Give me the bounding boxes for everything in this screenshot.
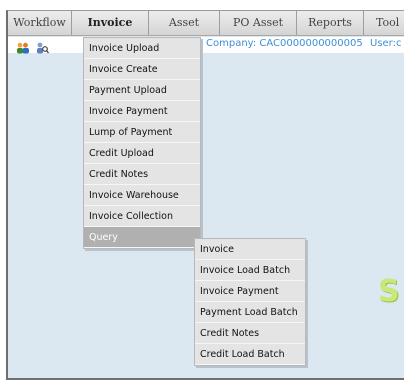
info-row: Company: CAC0000000000005 User:c (8, 37, 404, 54)
icon-group (16, 39, 50, 54)
menu-item-invoice-create[interactable]: Invoice Create (84, 59, 200, 80)
user-label: User:c (370, 38, 402, 49)
company-label: Company: CAC0000000000005 (206, 38, 363, 49)
menu-item-credit-upload[interactable]: Credit Upload (84, 143, 200, 164)
tab-po-asset[interactable]: PO Asset (220, 11, 296, 35)
app-frame: Workflow Invoice Asset PO Asset Reports … (6, 10, 404, 380)
menu-item-query[interactable]: Query (84, 227, 200, 248)
tab-reports[interactable]: Reports (297, 11, 363, 35)
menu-item-invoice-collection[interactable]: Invoice Collection (84, 206, 200, 227)
submenu-item-invoice[interactable]: Invoice (195, 239, 305, 260)
submenu-item-invoice-payment[interactable]: Invoice Payment (195, 281, 305, 302)
top-menubar: Workflow Invoice Asset PO Asset Reports … (8, 11, 404, 36)
menu-item-invoice-warehouse[interactable]: Invoice Warehouse (84, 185, 200, 206)
submenu-item-credit-load-batch[interactable]: Credit Load Batch (195, 344, 305, 365)
tab-tool[interactable]: Tool (364, 11, 404, 35)
menu-item-lump-of-payment[interactable]: Lump of Payment (84, 122, 200, 143)
menu-item-invoice-upload[interactable]: Invoice Upload (84, 38, 200, 59)
submenu-item-credit-notes[interactable]: Credit Notes (195, 323, 305, 344)
submenu-item-invoice-load-batch[interactable]: Invoice Load Batch (195, 260, 305, 281)
submenu-item-payment-load-batch[interactable]: Payment Load Batch (195, 302, 305, 323)
tab-asset[interactable]: Asset (149, 11, 219, 35)
tab-workflow[interactable]: Workflow (8, 11, 71, 35)
menu-item-credit-notes[interactable]: Credit Notes (84, 164, 200, 185)
menu-item-payment-upload[interactable]: Payment Upload (84, 80, 200, 101)
menu-item-invoice-payment[interactable]: Invoice Payment (84, 101, 200, 122)
user-search-icon[interactable] (35, 39, 50, 58)
users-icon[interactable] (16, 39, 30, 58)
query-submenu: Invoice Invoice Load Batch Invoice Payme… (194, 238, 306, 366)
tab-invoice[interactable]: Invoice (72, 11, 148, 35)
invoice-dropdown-menu: Invoice Upload Invoice Create Payment Up… (83, 37, 201, 249)
welcome-text-partial: S (378, 274, 400, 309)
